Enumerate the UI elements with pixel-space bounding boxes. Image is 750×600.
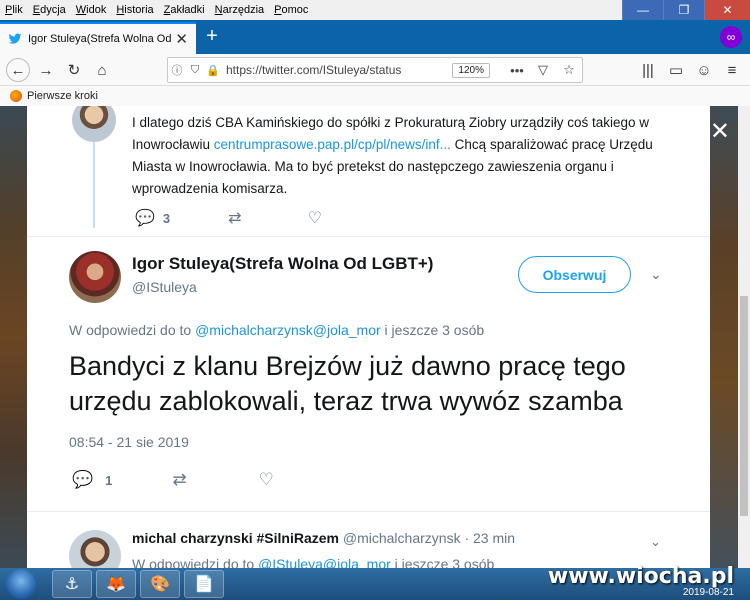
account-icon[interactable]: ☺ xyxy=(692,58,716,82)
author-name[interactable]: Igor Stuleya(Strefa Wolna Od LGBT+) xyxy=(132,254,433,274)
avatar[interactable] xyxy=(69,530,121,568)
tab-twitter[interactable]: Igor Stuleya(Strefa Wolna Od L ✕ xyxy=(0,22,196,54)
more-actions-icon[interactable]: ••• xyxy=(504,63,530,78)
scrollbar[interactable] xyxy=(738,106,750,568)
twitter-bird-icon xyxy=(8,33,22,44)
retweet-button[interactable]: ⇄ xyxy=(172,470,198,490)
reply-author-name[interactable]: michal charzynski #SilniRazem xyxy=(132,530,339,546)
url-text[interactable]: https://twitter.com/IStuleya/status xyxy=(226,63,452,77)
modal-close-icon[interactable]: ✕ xyxy=(710,120,730,144)
back-button[interactable]: ← xyxy=(6,58,30,82)
zoom-badge[interactable]: 120% xyxy=(452,62,490,78)
reload-button[interactable]: ↻ xyxy=(62,58,86,82)
tweet-actions: 💬 1 ⇄ ♡ xyxy=(72,470,346,490)
sidebar-icon[interactable]: ▭ xyxy=(664,58,688,82)
heart-icon: ♡ xyxy=(258,470,274,489)
notepad-taskbar-icon[interactable]: 📄 xyxy=(184,570,224,598)
taskbar: ⚓ 🦊 🎨 📄 www.wiocha.pl 2019-08-21 xyxy=(0,564,750,600)
menu-history[interactable]: Historia xyxy=(111,4,158,16)
home-button[interactable]: ⌂ xyxy=(90,58,114,82)
follow-button[interactable]: Obserwuj xyxy=(518,256,631,293)
tweet-text: Bandyci z klanu Brejzów już dawno pracę … xyxy=(69,351,626,416)
pocket-icon[interactable]: ▽ xyxy=(530,62,556,78)
like-button[interactable]: ♡ xyxy=(259,470,286,490)
clock: 2019-08-21 xyxy=(682,587,734,598)
tweet-modal: I dlatego dziś CBA Kamińskiego do spółki… xyxy=(27,106,710,568)
prev-tweet-actions: 💬 3 ⇄ ♡ xyxy=(135,208,388,228)
reply-icon: 💬 xyxy=(135,210,155,227)
reply-mention[interactable]: @michalcharzynsk@jola_mor xyxy=(195,322,381,338)
thread-line xyxy=(93,136,95,228)
menu-hamburger-icon[interactable]: ≡ xyxy=(720,58,744,82)
reply-count: 3 xyxy=(162,210,171,226)
firefox-taskbar-icon[interactable]: 🦊 xyxy=(96,570,136,598)
background-left xyxy=(0,106,27,568)
close-window-button[interactable]: ✕ xyxy=(704,0,750,20)
divider xyxy=(27,236,710,237)
window-controls: — ❐ ✕ xyxy=(622,0,750,20)
bookmarks-bar: Pierwsze kroki xyxy=(0,86,750,106)
retweet-button[interactable]: ⇄ xyxy=(228,208,249,228)
menu-file[interactable]: Plik xyxy=(0,4,28,16)
shield-icon[interactable]: ⛉ xyxy=(186,64,204,77)
lock-icon: 🔒 xyxy=(206,64,220,77)
reply-prefix: W odpowiedzi do to xyxy=(69,322,196,338)
menu-bookmarks[interactable]: Zakładki xyxy=(159,4,210,16)
url-bar[interactable]: ⓘ ⛉ 🔒 https://twitter.com/IStuleya/statu… xyxy=(167,57,583,83)
tab-strip: Igor Stuleya(Strefa Wolna Od L ✕ + ∞ xyxy=(0,20,750,54)
reply-suffix[interactable]: i jeszcze 3 osób xyxy=(391,556,495,568)
reply-button[interactable]: 💬 1 xyxy=(72,470,112,490)
retweet-icon: ⇄ xyxy=(228,210,242,227)
divider xyxy=(27,511,710,512)
info-icon[interactable]: ⓘ xyxy=(168,62,186,78)
reply-author-handle[interactable]: @michalcharzynsk · 23 min xyxy=(343,530,515,546)
avatar[interactable] xyxy=(72,106,116,142)
avatar[interactable] xyxy=(69,251,121,303)
reply-icon: 💬 xyxy=(72,470,94,489)
reply-suffix[interactable]: i jeszcze 3 osób xyxy=(381,322,485,338)
forward-button[interactable]: → xyxy=(34,58,58,82)
chevron-down-icon[interactable]: ⌄ xyxy=(650,266,662,283)
reply-button[interactable]: 💬 3 xyxy=(135,208,170,228)
author-handle[interactable]: @IStuleya xyxy=(132,279,197,295)
watermark: www.wiocha.pl xyxy=(547,564,734,589)
heart-icon: ♡ xyxy=(307,210,322,227)
reply-context: W odpowiedzi do to @IStuleya@jola_mor i … xyxy=(132,556,494,568)
paint-taskbar-icon[interactable]: 🎨 xyxy=(140,570,180,598)
chevron-down-icon[interactable]: ⌄ xyxy=(650,534,661,550)
reply-count: 1 xyxy=(105,472,113,488)
menu-help[interactable]: Pomoc xyxy=(269,4,313,16)
menu-edit[interactable]: Edycja xyxy=(28,4,71,16)
retweet-icon: ⇄ xyxy=(172,470,187,489)
scrollbar-thumb[interactable] xyxy=(740,296,748,516)
private-mask-icon[interactable]: ∞ xyxy=(720,26,742,48)
bookmark-star-icon[interactable]: ☆ xyxy=(556,62,582,78)
prev-tweet-text: I dlatego dziś CBA Kamińskiego do spółki… xyxy=(132,112,672,200)
bookmark-item[interactable]: Pierwsze kroki xyxy=(27,90,98,102)
library-icon[interactable]: ||| xyxy=(636,58,660,82)
taskbar-app-icon[interactable]: ⚓ xyxy=(52,570,92,598)
prev-tweet-link[interactable]: centrumprasowe.pap.pl/cp/pl/news/inf... xyxy=(214,137,451,152)
tab-title: Igor Stuleya(Strefa Wolna Od L xyxy=(28,33,172,45)
minimize-button[interactable]: — xyxy=(622,0,663,20)
tweet-timestamp[interactable]: 08:54 - 21 sie 2019 xyxy=(69,434,189,450)
like-button[interactable]: ♡ xyxy=(308,208,330,228)
firefox-icon xyxy=(10,90,22,102)
reply-context: W odpowiedzi do to @michalcharzynsk@jola… xyxy=(69,322,484,338)
reply-prefix: W odpowiedzi do to xyxy=(132,556,259,568)
reply-author: michal charzynski #SilniRazem @michalcha… xyxy=(132,530,515,546)
nav-bar: ← → ↻ ⌂ ⓘ ⛉ 🔒 https://twitter.com/IStule… xyxy=(0,54,750,86)
maximize-button[interactable]: ❐ xyxy=(663,0,704,20)
page-content: ✕ I dlatego dziś CBA Kamińskiego do spół… xyxy=(0,106,750,568)
reply-mention[interactable]: @IStuleya@jola_mor xyxy=(258,556,391,568)
tab-close-icon[interactable]: ✕ xyxy=(175,30,188,48)
new-tab-button[interactable]: + xyxy=(202,26,222,46)
menu-view[interactable]: Widok xyxy=(71,4,112,16)
menu-bar: Plik Edycja Widok Historia Zakładki Narz… xyxy=(0,0,750,20)
menu-tools[interactable]: Narzędzia xyxy=(210,4,270,16)
start-button[interactable] xyxy=(6,569,36,599)
